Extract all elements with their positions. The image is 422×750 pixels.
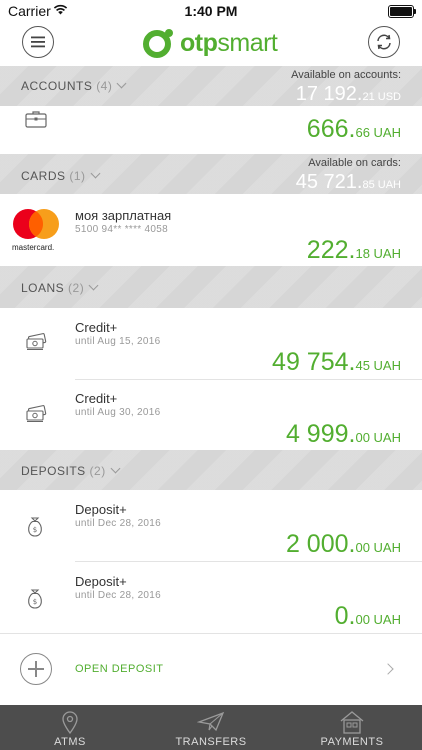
deposits-section-header[interactable]: DEPOSITS (2) [0, 450, 422, 490]
loan-amount: 4 999.00 UAH [285, 420, 401, 448]
open-deposit-label: OPEN DEPOSIT [75, 663, 164, 675]
loan-amount: 49 754.45 UAH [272, 348, 401, 376]
accounts-available-label: Available on accounts: [291, 69, 401, 81]
cards-available-value: 45 721.85 UAH [295, 171, 401, 193]
status-time: 1:40 PM [184, 3, 238, 19]
deposits-title: DEPOSITS (2) [21, 463, 121, 478]
tab-atms[interactable]: ATMS [0, 705, 140, 750]
mastercard-wordmark: mastercard. [12, 243, 55, 252]
mastercard-logo-icon [13, 209, 59, 239]
refresh-button[interactable] [368, 26, 400, 58]
svg-text:$: $ [33, 598, 37, 606]
loans-section-header[interactable]: LOANS (2) [0, 266, 422, 308]
chevron-down-icon [88, 280, 99, 291]
deposit-name: Deposit+ [75, 502, 127, 517]
account-row[interactable]: 666.66 UAH [0, 106, 422, 154]
briefcase-icon [25, 111, 47, 128]
tab-bar: ATMS TRANSFERS PAYMENTS [0, 705, 422, 750]
tab-payments-label: PAYMENTS [320, 736, 384, 748]
accounts-available-value: 17 192.21 USD [295, 83, 401, 105]
tab-transfers-label: TRANSFERS [175, 736, 247, 748]
house-icon [340, 711, 364, 734]
app-logo: otpsmart [143, 26, 278, 60]
loan-name: Credit+ [75, 320, 118, 335]
logo-text: otpsmart [180, 28, 278, 57]
deposit-row[interactable]: $ Deposit+ until Dec 28, 2016 0.00 UAH [0, 562, 422, 634]
loan-until: until Aug 30, 2016 [75, 407, 161, 418]
otp-logo-icon [143, 29, 173, 58]
loan-name: Credit+ [75, 391, 118, 406]
nav-bar: otpsmart [0, 22, 422, 66]
location-pin-icon [62, 711, 78, 734]
status-bar: Carrier 1:40 PM [0, 0, 422, 22]
loans-title: LOANS (2) [21, 280, 99, 295]
deposit-row[interactable]: $ Deposit+ until Dec 28, 2016 2 000.00 U… [0, 490, 422, 562]
account-amount: 666.66 UAH [306, 115, 401, 143]
money-bag-icon: $ [28, 589, 42, 609]
accounts-title: ACCOUNTS (4) [21, 78, 127, 93]
cards-available-label: Available on cards: [308, 157, 401, 169]
loan-until: until Aug 15, 2016 [75, 336, 161, 347]
deposit-name: Deposit+ [75, 574, 127, 589]
chevron-down-icon [116, 78, 127, 89]
cards-section-header[interactable]: CARDS (1) Available on cards: 45 721.85 … [0, 154, 422, 194]
card-row[interactable]: mastercard. моя зарплатная 5100 94** ***… [0, 194, 422, 266]
paper-plane-icon [197, 711, 225, 732]
loan-row[interactable]: Credit+ until Aug 30, 2016 4 999.00 UAH [0, 380, 422, 450]
cards-title: CARDS (1) [21, 168, 100, 183]
accounts-section-header[interactable]: ACCOUNTS (4) Available on accounts: 17 1… [0, 66, 422, 106]
deposit-until: until Dec 28, 2016 [75, 518, 162, 529]
menu-button[interactable] [22, 26, 54, 58]
tab-atms-label: ATMS [54, 736, 86, 748]
refresh-icon [377, 34, 391, 50]
chevron-down-icon [110, 463, 121, 474]
money-bag-icon: $ [28, 517, 42, 537]
open-deposit-row[interactable]: OPEN DEPOSIT [0, 634, 422, 705]
battery-icon [388, 5, 416, 18]
card-number: 5100 94** **** 4058 [75, 224, 168, 235]
hamburger-icon [31, 36, 45, 48]
chevron-right-icon [382, 663, 394, 675]
tab-transfers[interactable]: TRANSFERS [140, 705, 282, 750]
deposit-amount: 0.00 UAH [334, 602, 401, 630]
chevron-down-icon [90, 168, 100, 179]
card-name: моя зарплатная [75, 208, 172, 223]
loan-row[interactable]: Credit+ until Aug 15, 2016 49 754.45 UAH [0, 308, 422, 380]
money-stack-icon [26, 333, 47, 350]
deposit-amount: 2 000.00 UAH [285, 530, 401, 558]
deposit-until: until Dec 28, 2016 [75, 590, 162, 601]
tab-payments[interactable]: PAYMENTS [282, 705, 422, 750]
plus-icon [20, 653, 52, 685]
svg-text:$: $ [33, 526, 37, 534]
money-stack-icon [26, 405, 47, 422]
card-amount: 222.18 UAH [306, 236, 401, 264]
